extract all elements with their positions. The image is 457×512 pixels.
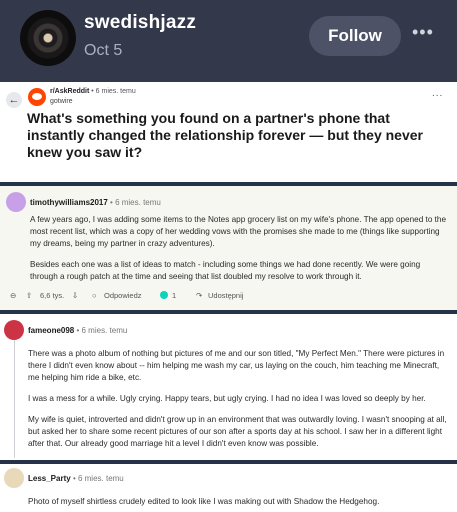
comment-paragraph: Photo of myself shirtless crudely edited… — [28, 497, 380, 506]
vote-count: 6,6 tys. — [40, 291, 65, 300]
comment-author[interactable]: fameone098 — [28, 326, 74, 335]
comment-paragraph: There was a photo album of nothing but p… — [28, 349, 445, 382]
award-icon[interactable] — [160, 291, 168, 300]
comment-author[interactable]: Less_Party — [28, 474, 71, 483]
comment-paragraph: Besides each one was a list of ideas to … — [30, 260, 421, 281]
comment-body: There was a photo album of nothing but p… — [28, 348, 452, 459]
comment-paragraph: A few years ago, I was adding some items… — [30, 215, 447, 248]
share-icon[interactable]: ↷ — [196, 291, 202, 300]
follow-button[interactable]: Follow — [309, 16, 401, 56]
avatar[interactable] — [20, 10, 76, 66]
more-horizontal-icon[interactable]: ••• — [412, 22, 434, 43]
comment-card: Less_Party • 6 mies. temu Photo of mysel… — [0, 464, 457, 512]
comment-time: • 6 mies. temu — [72, 474, 124, 483]
award-count: 1 — [172, 291, 177, 300]
comment-author[interactable]: timothywilliams2017 — [30, 198, 108, 207]
post-header: swedishjazz Oct 5 Follow ••• — [0, 0, 457, 82]
comment-paragraph: My wife is quiet, introverted and didn't… — [28, 415, 447, 448]
reply-icon[interactable]: ○ — [92, 291, 97, 300]
post-date: Oct 5 — [84, 42, 123, 59]
collapse-icon[interactable]: ⊖ — [10, 291, 16, 300]
comment-username: timothywilliams2017 • 6 mies. temu — [30, 198, 161, 207]
comment-paragraph: I was a mess for a while. Ugly crying. H… — [28, 394, 426, 403]
post-author[interactable]: gotwire — [50, 98, 73, 105]
comment-body: A few years ago, I was adding some items… — [30, 214, 450, 292]
username[interactable]: swedishjazz — [84, 12, 196, 34]
share-button[interactable]: Udostępnij — [208, 291, 243, 300]
comment-card: timothywilliams2017 • 6 mies. temu A few… — [0, 186, 457, 310]
comment-time: • 6 mies. temu — [110, 198, 161, 207]
subreddit-name[interactable]: r/AskReddit — [50, 88, 89, 95]
post-age: • 6 mies. temu — [91, 88, 136, 95]
post-title: What's something you found on a partner'… — [27, 110, 423, 160]
thread-line[interactable] — [14, 340, 15, 458]
subreddit-icon[interactable] — [28, 88, 46, 106]
commenter-avatar[interactable] — [4, 320, 24, 340]
back-arrow-icon[interactable]: ← — [6, 92, 22, 108]
comment-username: Less_Party • 6 mies. temu — [28, 474, 124, 483]
comment-time: • 6 mies. temu — [76, 326, 128, 335]
comment-body: Photo of myself shirtless crudely edited… — [28, 496, 452, 512]
comment-username: fameone098 • 6 mies. temu — [28, 326, 127, 335]
downvote-icon[interactable]: ⇩ — [72, 291, 78, 300]
comment-card: fameone098 • 6 mies. temu There was a ph… — [0, 314, 457, 460]
commenter-avatar[interactable] — [4, 468, 24, 488]
upvote-icon[interactable]: ⇧ — [26, 291, 32, 300]
post-more-icon[interactable]: ... — [432, 88, 443, 99]
subreddit-meta: r/AskReddit • 6 mies. temu — [50, 88, 136, 95]
commenter-avatar[interactable] — [6, 192, 26, 212]
question-card: ← r/AskReddit • 6 mies. temu gotwire ...… — [0, 82, 457, 182]
reply-button[interactable]: Odpowiedz — [104, 291, 142, 300]
